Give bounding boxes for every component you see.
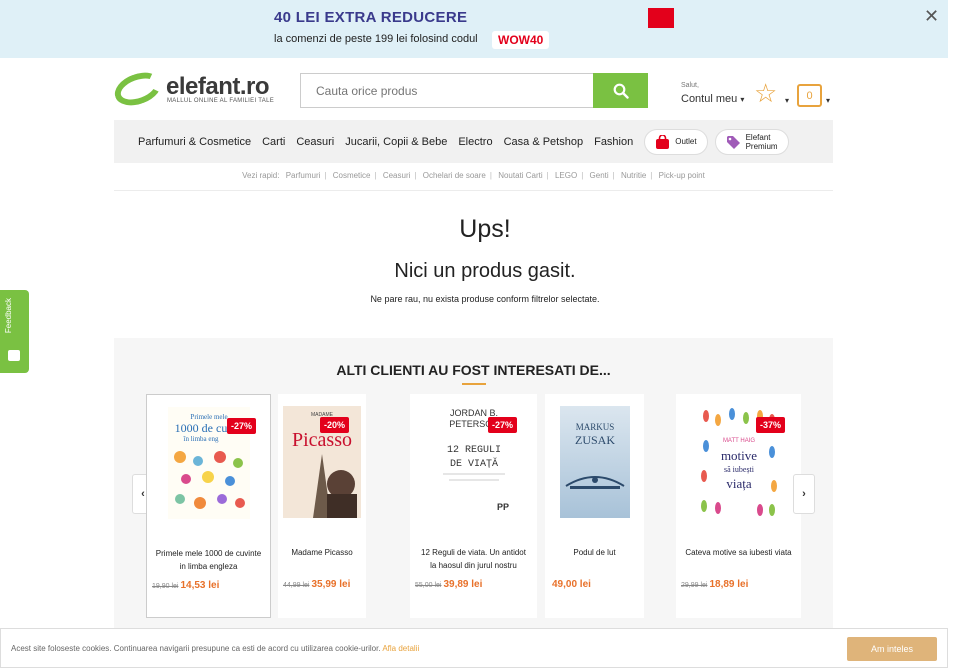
logo-mark — [110, 66, 166, 112]
svg-text:să iubești: să iubești — [724, 465, 755, 474]
wishlist-star-icon[interactable]: ☆ — [754, 80, 777, 106]
account-menu[interactable]: Salut, Contul meu ▾ — [681, 82, 744, 105]
promo-banner: 40 LEI EXTRA REDUCERE la comenzi de pest… — [0, 0, 948, 58]
heading-underline — [462, 383, 486, 385]
quick-links-label: Vezi rapid: — [242, 171, 280, 180]
recommendations-section: ALTI CLIENTI AU FOST INTERESATI DE... ‹ … — [114, 338, 833, 628]
outlet-label: Outlet — [675, 137, 697, 146]
cart-icon[interactable]: 0 — [797, 84, 822, 107]
cart-count: 0 — [806, 90, 813, 102]
current-price: 35,99 lei — [311, 579, 351, 590]
cookie-accept-button[interactable]: Am inteles — [847, 637, 937, 661]
cookie-bar: Acest site foloseste cookies. Continuare… — [0, 628, 948, 668]
nav-item-electro[interactable]: Electro — [458, 136, 492, 148]
quick-link[interactable]: Genti — [590, 171, 609, 180]
recommendations-heading: ALTI CLIENTI AU FOST INTERESATI DE... — [336, 362, 611, 378]
product-card[interactable]: JORDAN B. PETERSON 12 REGULI DE VIAȚĂ PP… — [410, 394, 537, 618]
product-card[interactable]: MADAME Picasso -20% Madame Picasso 44,99… — [278, 394, 366, 618]
promo-red-block — [648, 8, 674, 28]
svg-text:1000 de cu: 1000 de cu — [174, 421, 227, 435]
chevron-down-icon: ▾ — [826, 96, 831, 105]
quick-link[interactable]: Pick-up point — [659, 171, 705, 180]
outlet-button[interactable]: Outlet — [644, 128, 708, 155]
product-name[interactable]: Cateva motive sa iubesti viata — [684, 546, 793, 559]
empty-title: Ups! — [459, 215, 511, 243]
shopping-bag-icon — [656, 134, 670, 149]
old-price: 29,99 lei — [681, 582, 708, 589]
search-input[interactable] — [300, 73, 594, 108]
site-logo[interactable]: elefant.ro MALLUL ONLINE AL FAMILIEI TAL… — [110, 66, 284, 112]
empty-message: Ne pare rau, nu exista produse conform f… — [370, 294, 600, 304]
svg-text:12 REGULI: 12 REGULI — [446, 445, 500, 456]
feedback-chat-icon — [8, 350, 20, 361]
premium-label-line2: Premium — [745, 141, 778, 151]
nav-item-parfumuri[interactable]: Parfumuri & Cosmetice — [138, 136, 251, 148]
book-cover-image: MARKUS ZUSAK — [559, 406, 630, 518]
svg-text:în limba eng: în limba eng — [182, 435, 218, 443]
chevron-down-icon: ▾ — [785, 96, 790, 105]
feedback-label: Feedback — [4, 298, 13, 334]
product-card[interactable]: Primele mele 1000 de cu în limba eng -27… — [146, 394, 271, 618]
nav-item-jucarii[interactable]: Jucarii, Copii & Bebe — [345, 136, 447, 148]
svg-text:Primele mele: Primele mele — [190, 413, 227, 421]
svg-text:ZUSAK: ZUSAK — [574, 433, 614, 447]
account-label: Contul meu — [681, 93, 738, 105]
cookie-text: Acest site foloseste cookies. Continuare… — [11, 644, 381, 653]
discount-badge: -37% — [756, 417, 786, 433]
svg-text:DE VIAȚĂ: DE VIAȚĂ — [449, 456, 497, 470]
quick-link[interactable]: Noutati Carti — [498, 171, 542, 180]
cookie-details-link[interactable]: Afla detalii — [382, 644, 419, 653]
logo-name: elefant.ro — [166, 73, 270, 100]
chevron-down-icon: ▾ — [740, 95, 745, 104]
main-nav: Parfumuri & Cosmetice Carti Ceasuri Juca… — [114, 120, 833, 163]
product-name[interactable]: Madame Picasso — [286, 546, 358, 559]
quick-link[interactable]: Ochelari de soare — [423, 171, 486, 180]
product-name[interactable]: Primele mele 1000 de cuvinte in limba en… — [155, 547, 262, 573]
nav-item-casa[interactable]: Casa & Petshop — [504, 136, 584, 148]
nav-item-ceasuri[interactable]: Ceasuri — [296, 136, 334, 148]
nav-item-carti[interactable]: Carti — [262, 136, 285, 148]
search-icon — [613, 83, 629, 99]
discount-badge: -27% — [227, 418, 257, 434]
product-card[interactable]: MARKUS ZUSAK Podul de lut 49,00 lei — [545, 394, 644, 618]
promo-code: WOW40 — [492, 31, 550, 49]
product-card[interactable]: MATT HAIG motive să iubești viața -37% C… — [676, 394, 801, 618]
quick-link[interactable]: Ceasuri — [383, 171, 411, 180]
quick-link[interactable]: Cosmetice — [333, 171, 371, 180]
svg-text:MARKUS: MARKUS — [575, 422, 614, 432]
empty-subtitle: Nici un produs gasit. — [394, 260, 576, 282]
old-price: 44,99 lei — [283, 582, 310, 589]
quick-links: Vezi rapid: Parfumuri | Cosmetice | Ceasur… — [114, 171, 833, 191]
svg-text:viața: viața — [726, 476, 751, 491]
premium-label-line1: Elefant — [745, 132, 771, 142]
nav-item-fashion[interactable]: Fashion — [594, 136, 633, 148]
old-price: 19,90 lei — [152, 583, 179, 590]
quick-link[interactable]: Parfumuri — [286, 171, 321, 180]
current-price: 39,89 lei — [443, 579, 483, 590]
discount-badge: -20% — [320, 417, 350, 433]
current-price: 14,53 lei — [180, 580, 220, 591]
discount-badge: -27% — [488, 417, 518, 433]
search-button[interactable] — [593, 73, 648, 108]
svg-text:motive: motive — [720, 448, 756, 463]
product-name[interactable]: Podul de lut — [553, 546, 636, 559]
svg-text:PP: PP — [497, 502, 509, 512]
quick-link[interactable]: LEGO — [555, 171, 577, 180]
current-price: 49,00 lei — [552, 579, 591, 590]
account-greeting: Salut, — [681, 82, 699, 89]
feedback-tab[interactable]: Feedback — [0, 290, 29, 373]
premium-button[interactable]: Elefant Premium — [714, 128, 789, 155]
current-price: 18,89 lei — [709, 579, 749, 590]
promo-close-icon[interactable]: ✕ — [924, 6, 939, 27]
promo-text: la comenzi de peste 199 lei folosind cod… — [274, 33, 478, 45]
carousel-next-button[interactable]: › — [793, 474, 815, 514]
promo-title: 40 LEI EXTRA REDUCERE — [274, 9, 468, 26]
tag-icon — [726, 135, 740, 149]
product-name[interactable]: 12 Reguli de viata. Un antidot la haosul… — [418, 546, 529, 572]
logo-tagline: MALLUL ONLINE AL FAMILIEI TALE — [167, 98, 275, 104]
svg-text:MATT HAIG: MATT HAIG — [722, 438, 754, 444]
quick-link[interactable]: Nutritie — [621, 171, 646, 180]
old-price: 55,00 lei — [415, 582, 442, 589]
